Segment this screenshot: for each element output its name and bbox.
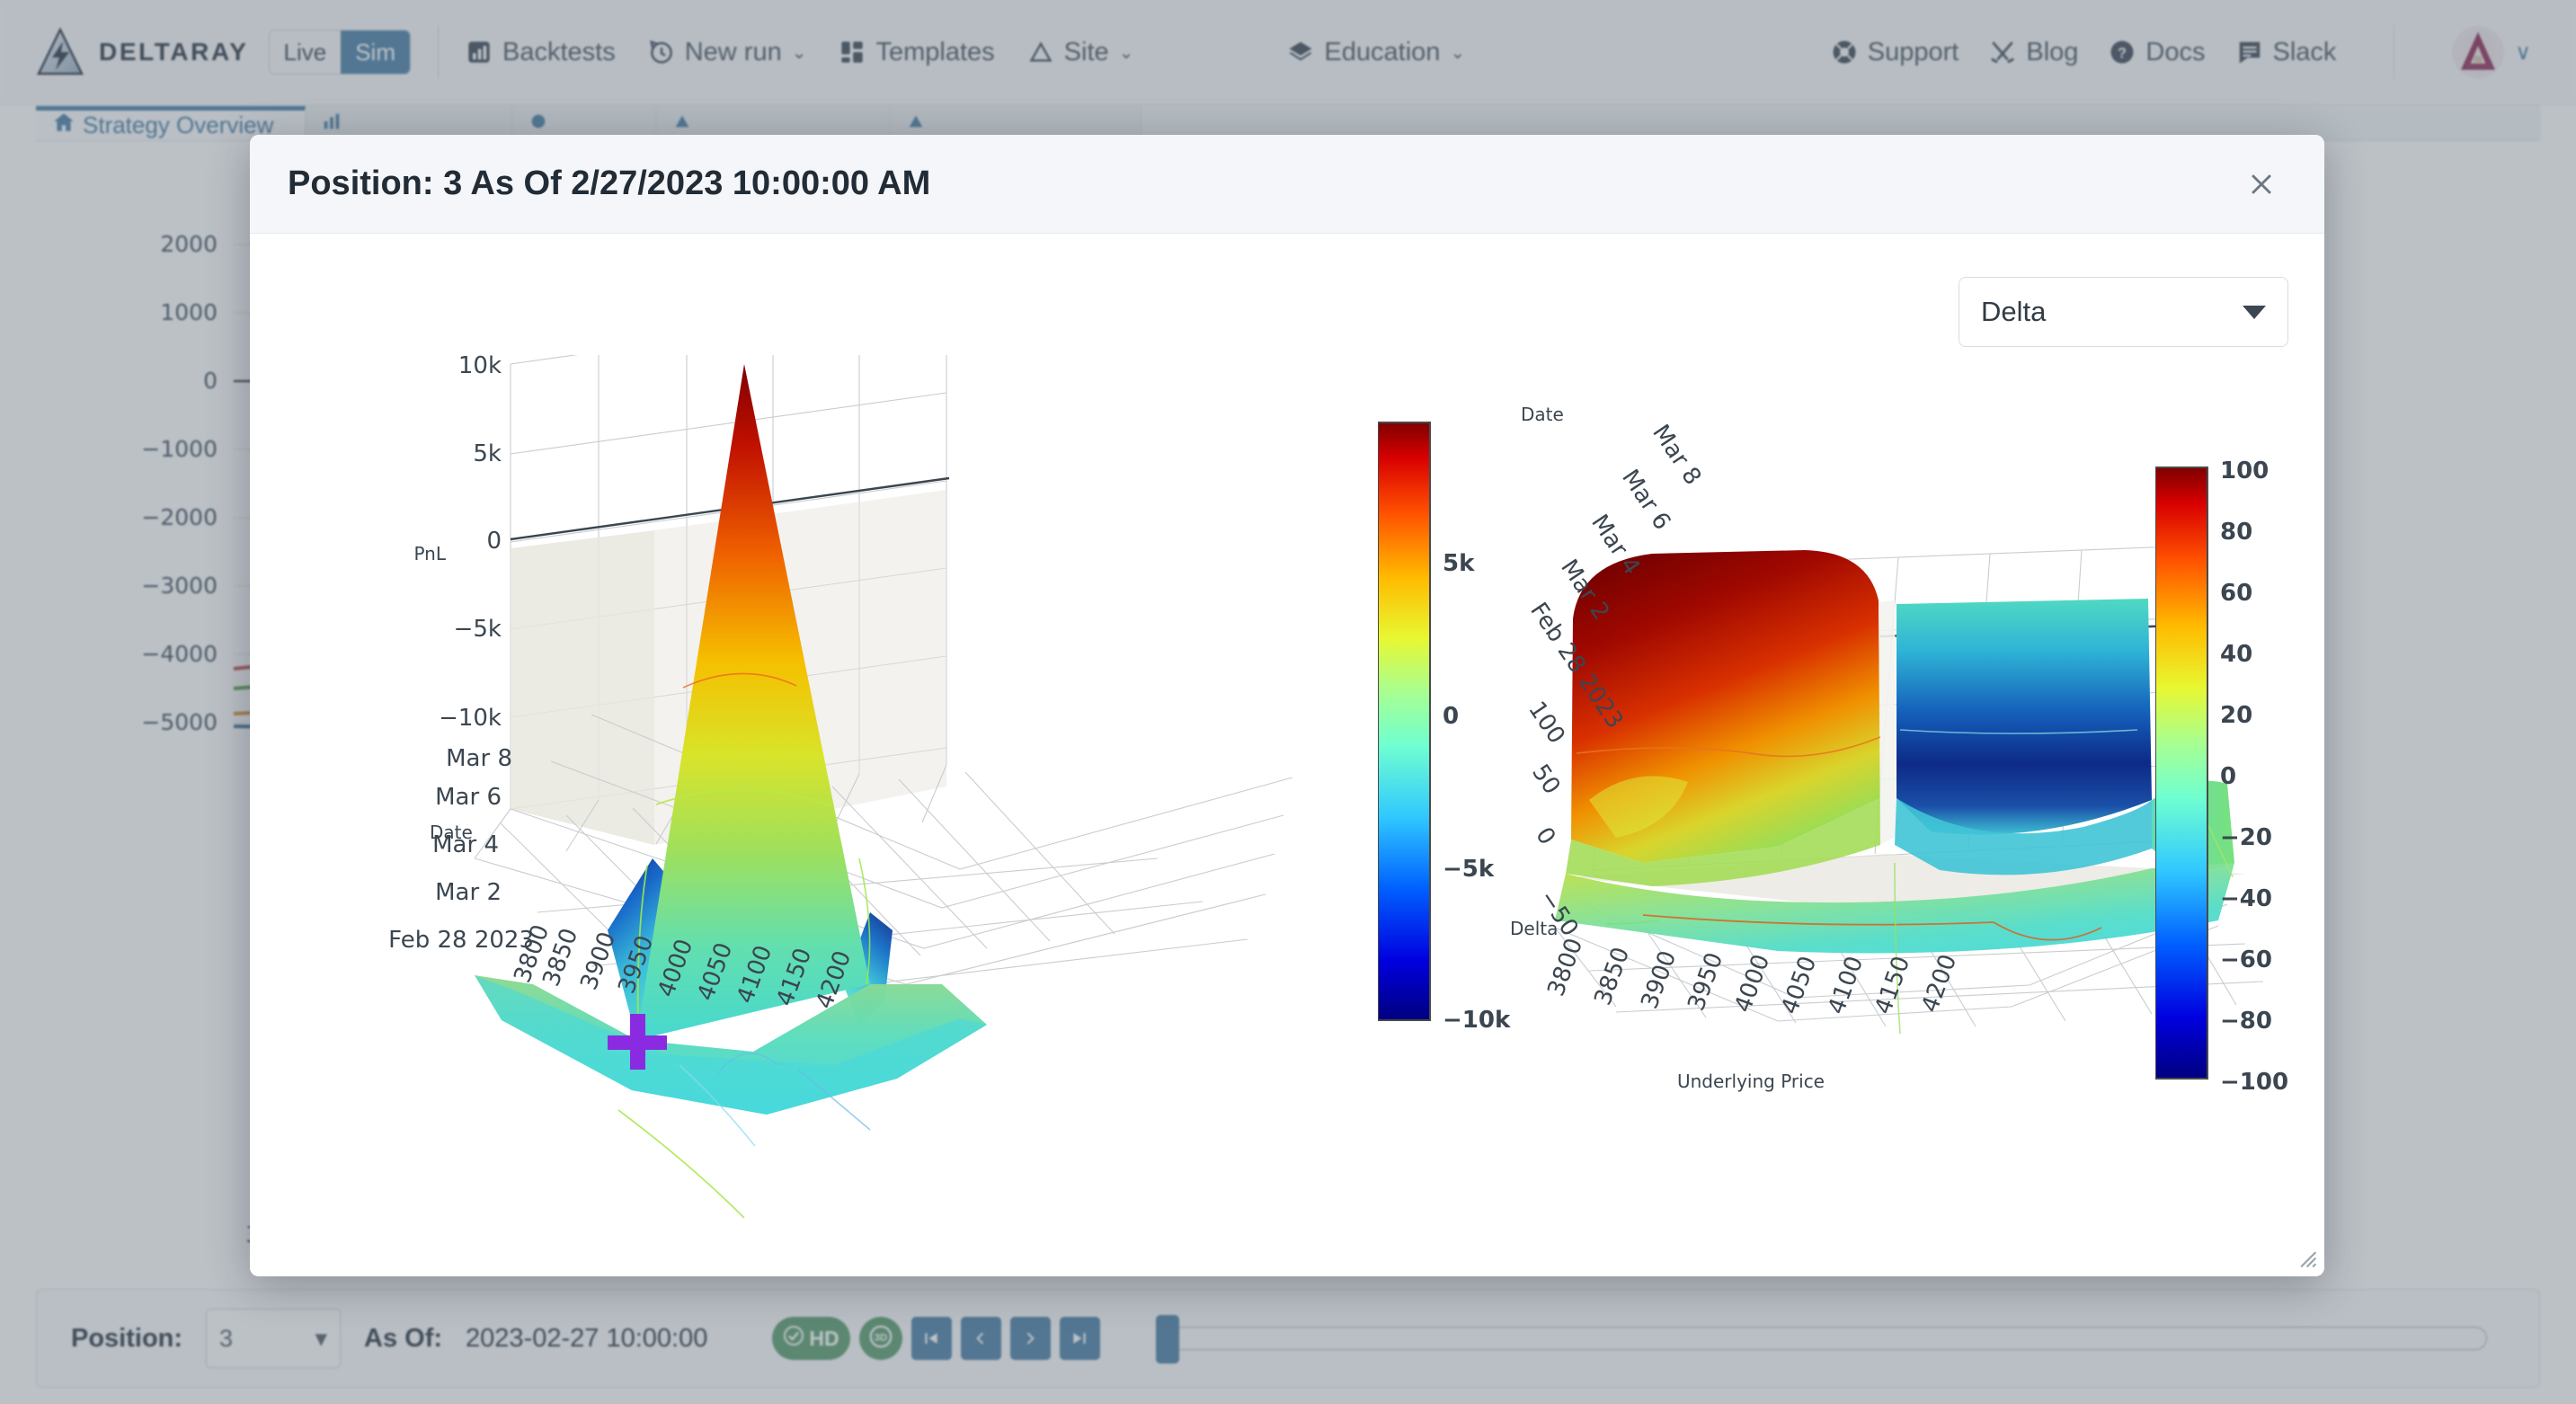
delta-xtick: 4150 <box>1870 953 1915 1017</box>
pnl-date-tick-partial: Mar 6 <box>435 784 502 811</box>
delta-xtick: 3800 <box>1542 935 1588 1000</box>
pnl-ztick: 10k <box>458 355 502 379</box>
delta-xtick: 4200 <box>1916 951 1962 1016</box>
chevron-down-icon <box>2243 306 2266 319</box>
position-detail-modal: Position: 3 As Of 2/27/2023 10:00:00 AM … <box>250 135 2324 1276</box>
delta-ztick: 100 <box>1523 697 1570 749</box>
delta-z-axis-title: Delta <box>1510 918 1558 939</box>
delta-colorbar: 100 80 60 40 20 0 −20 −40 −60 −80 −100 <box>2155 324 2324 1115</box>
delta-xtick: 4100 <box>1823 953 1869 1017</box>
pnl-cbar-tick: 0 <box>1443 703 1459 730</box>
pnl-date-tick: Feb 28 2023 <box>388 927 534 954</box>
delta-xtick: 4000 <box>1729 951 1775 1016</box>
resize-grip-icon[interactable] <box>2294 1245 2317 1268</box>
pnl-cbar-tick: −5k <box>1443 856 1495 883</box>
metric-select-value: Delta <box>1981 296 2046 328</box>
delta-cbar-tick: −60 <box>2220 946 2272 973</box>
delta-cbar-tick: 100 <box>2220 458 2269 484</box>
close-icon[interactable] <box>2236 159 2287 209</box>
delta-cbar-tick: −20 <box>2220 824 2272 851</box>
delta-surface-plot[interactable]: Mar 8 Mar 6 Mar 4 Mar 2 Feb 28 2023 Date… <box>1508 378 2263 1276</box>
modal-title: Position: 3 As Of 2/27/2023 10:00:00 AM <box>288 164 930 203</box>
delta-ztick: 50 <box>1526 760 1565 799</box>
pnl-cbar-tick: 5k <box>1443 550 1475 577</box>
pnl-cbar-tick: −10k <box>1443 1007 1511 1034</box>
delta-cbar-tick: 20 <box>2220 702 2252 729</box>
delta-xtick: 3900 <box>1636 947 1682 1012</box>
pnl-ztick: −5k <box>454 616 502 643</box>
delta-date-axis-title: Date <box>1521 404 1564 425</box>
pnl-ztick: 0 <box>486 528 502 555</box>
pnl-date-axis-title: Date <box>430 822 473 843</box>
delta-cbar-tick: −80 <box>2220 1008 2272 1035</box>
delta-cbar-tick: 0 <box>2220 763 2236 790</box>
delta-date-tick: Mar 8 <box>1647 420 1706 490</box>
pnl-z-axis-title: PnL <box>413 543 446 564</box>
delta-cbar-tick: 80 <box>2220 519 2252 546</box>
pnl-ztick: 5k <box>473 440 502 467</box>
modal-header: Position: 3 As Of 2/27/2023 10:00:00 AM <box>250 135 2324 234</box>
delta-xtick: 3850 <box>1589 944 1635 1009</box>
delta-cbar-tick: −100 <box>2220 1069 2288 1096</box>
modal-body: Delta <box>250 234 2324 1275</box>
delta-date-tick: Mar 6 <box>1616 465 1675 535</box>
delta-cbar-tick: 40 <box>2220 641 2252 668</box>
pnl-date-tick: Mar 8 <box>446 745 512 772</box>
pnl-surface-plot[interactable]: 10k 5k 0 −5k −10k PnL Mar 8 Mar 6 Mar 4 … <box>367 355 1373 1254</box>
delta-cbar-tick: −40 <box>2220 885 2272 912</box>
pnl-date-tick: Mar 2 <box>435 879 502 906</box>
delta-ztick: 0 <box>1530 822 1560 849</box>
delta-cbar-tick: 60 <box>2220 580 2252 607</box>
delta-x-axis-title: Underlying Price <box>1677 1071 1825 1092</box>
delta-xtick: 3950 <box>1683 949 1728 1014</box>
pnl-ztick: −10k <box>439 705 502 732</box>
